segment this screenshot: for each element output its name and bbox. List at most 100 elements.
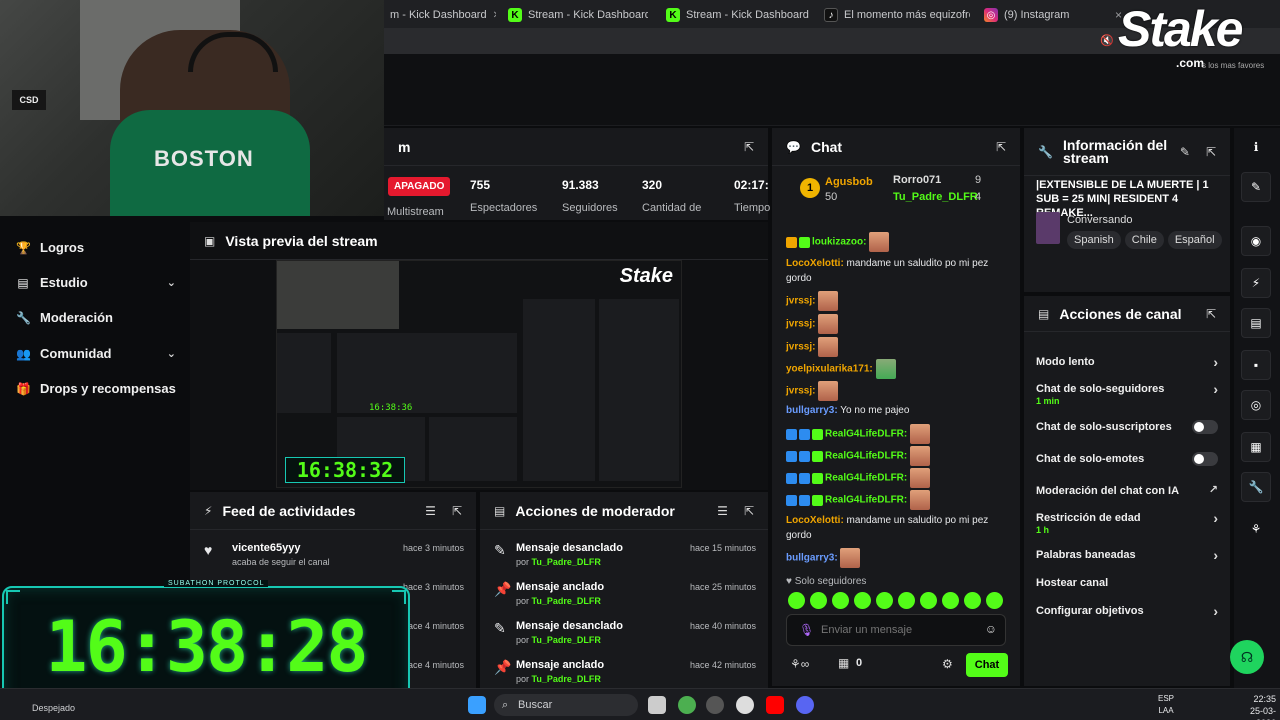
emote-icon[interactable] bbox=[920, 592, 937, 609]
chat-send-button[interactable]: Chat bbox=[966, 653, 1008, 677]
chat-input-box[interactable]: 🎙 ☺ bbox=[786, 614, 1006, 646]
expand-icon[interactable]: ⇱ bbox=[744, 140, 754, 154]
category-thumbnail[interactable] bbox=[1036, 212, 1060, 244]
option-ai-moderation[interactable]: Moderación del chat con IA ↗ bbox=[1036, 484, 1218, 497]
taskbar-search[interactable]: ⌕ Buscar bbox=[494, 694, 638, 716]
emotes-only-toggle[interactable] bbox=[1192, 452, 1218, 466]
expand-icon[interactable]: ⇱ bbox=[1206, 145, 1216, 159]
settings-icon[interactable]: ⚙ bbox=[942, 657, 953, 671]
youtube-icon[interactable] bbox=[766, 696, 784, 714]
chat-username[interactable]: jvrssj: bbox=[786, 342, 815, 353]
chat-username[interactable]: LocoXelotti: bbox=[786, 258, 844, 269]
media-player-icon[interactable] bbox=[736, 696, 754, 714]
top-gifter-name[interactable]: Tu_Padre_DLFR bbox=[893, 191, 978, 203]
language-indicator[interactable]: ESP LAA bbox=[1158, 693, 1174, 717]
sidebar-item-comunidad[interactable]: 👥 Comunidad ⌄ bbox=[16, 346, 176, 361]
top-gifter-name[interactable]: Rorro071 bbox=[893, 174, 941, 186]
chat-username[interactable]: RealG4LifeDLFR: bbox=[825, 473, 907, 484]
sidebar-item-drops[interactable]: 🎁 Drops y recompensas bbox=[16, 381, 176, 396]
option-subscribers-only[interactable]: Chat de solo-suscriptores bbox=[1036, 420, 1218, 434]
taskbar-clock[interactable]: 22:35 25-03-2026 bbox=[1240, 693, 1276, 720]
option-emotes-only[interactable]: Chat de solo-emotes bbox=[1036, 452, 1218, 466]
emote-icon[interactable] bbox=[788, 592, 805, 609]
chat-username[interactable]: LocoXelotti: bbox=[786, 515, 844, 526]
option-goals[interactable]: Configurar objetivos › bbox=[1036, 603, 1218, 619]
store-icon[interactable]: ▦ bbox=[838, 656, 849, 670]
mod-user[interactable]: Tu_Padre_DLFR bbox=[532, 635, 601, 645]
browser-tab[interactable]: ◎ (9) Instagram × bbox=[978, 4, 1128, 26]
mod-user[interactable]: Tu_Padre_DLFR bbox=[532, 596, 601, 606]
top-gifter-name[interactable]: Agusbob bbox=[825, 176, 873, 188]
community-icon[interactable]: ⚘ bbox=[1241, 514, 1271, 544]
emote-icon[interactable] bbox=[986, 592, 1003, 609]
task-view-icon[interactable] bbox=[648, 696, 666, 714]
option-age-restriction[interactable]: Restricción de edad 1 h › bbox=[1036, 510, 1218, 535]
emote-icon[interactable] bbox=[942, 592, 959, 609]
chat-username[interactable]: jvrssj: bbox=[786, 296, 815, 307]
expand-icon[interactable]: ⇱ bbox=[996, 140, 1006, 154]
edit-icon[interactable]: ✎ bbox=[1241, 172, 1271, 202]
option-host-channel[interactable]: Hostear canal bbox=[1036, 577, 1218, 589]
document-icon[interactable]: ▤ bbox=[1241, 308, 1271, 338]
subscribers-only-toggle[interactable] bbox=[1192, 420, 1218, 434]
chevron-right-icon: › bbox=[1213, 603, 1218, 619]
sidebar-item-estudio[interactable]: ▤ Estudio ⌄ bbox=[16, 275, 176, 290]
language-code: ESP bbox=[1158, 694, 1175, 703]
chat-username[interactable]: jvrssj: bbox=[786, 386, 815, 397]
browser-tab[interactable]: K Stream - Kick Dashboard × bbox=[502, 4, 648, 26]
chat-username[interactable]: RealG4LifeDLFR: bbox=[825, 495, 907, 506]
mod-user[interactable]: Tu_Padre_DLFR bbox=[532, 557, 601, 567]
support-icon[interactable]: ☊ bbox=[1230, 640, 1264, 674]
browser-tab[interactable]: ♪ El momento más equizofrenic × bbox=[818, 4, 970, 26]
wrench-icon[interactable]: 🔧 bbox=[1241, 472, 1271, 502]
filter-icon[interactable]: ☰ bbox=[717, 504, 728, 518]
muted-speaker-icon[interactable]: 🔇 bbox=[1100, 34, 1114, 47]
chat-bubble-icon[interactable]: ▪ bbox=[1241, 350, 1271, 380]
emoji-icon[interactable]: ☺ bbox=[985, 622, 997, 636]
emote-icon[interactable] bbox=[898, 592, 915, 609]
chat-username[interactable]: RealG4LifeDLFR: bbox=[825, 429, 907, 440]
discord-icon[interactable] bbox=[796, 696, 814, 714]
chat-username[interactable]: bullgarry3: bbox=[786, 553, 838, 564]
info-icon[interactable]: ℹ bbox=[1241, 132, 1271, 162]
chat-username[interactable]: jvrssj: bbox=[786, 319, 815, 330]
emote-icon[interactable] bbox=[810, 592, 827, 609]
option-banned-words[interactable]: Palabras baneadas › bbox=[1036, 547, 1218, 563]
windows-start-icon[interactable] bbox=[468, 696, 486, 714]
sidebar-item-logros[interactable]: 🏆 Logros bbox=[16, 240, 176, 255]
chat-username[interactable]: yoelpixularika171: bbox=[786, 364, 873, 375]
chat-username[interactable]: bullgarry3: bbox=[786, 405, 838, 416]
chat-username[interactable]: loukizazoo: bbox=[812, 237, 866, 248]
emote-icon[interactable] bbox=[854, 592, 871, 609]
sidebar-item-label: Moderación bbox=[40, 310, 113, 325]
community-icon[interactable]: ⚘∞ bbox=[790, 657, 809, 671]
expand-icon[interactable]: ⇱ bbox=[744, 504, 754, 518]
filter-icon[interactable]: ☰ bbox=[425, 504, 436, 518]
stake-domain: .com bbox=[1176, 56, 1205, 70]
stream-preview-video[interactable]: 16:38:36 Stake 16:38:32 bbox=[276, 260, 682, 488]
weather-label[interactable]: Despejado bbox=[32, 703, 75, 713]
option-slow-mode[interactable]: Modo lento › bbox=[1036, 354, 1218, 370]
expand-icon[interactable]: ⇱ bbox=[452, 504, 462, 518]
broadcast-icon[interactable]: ◎ bbox=[1241, 390, 1271, 420]
emote-icon[interactable] bbox=[876, 592, 893, 609]
option-followers-only[interactable]: Chat de solo-seguidores 1 min › bbox=[1036, 381, 1218, 406]
expand-icon[interactable]: ⇱ bbox=[1206, 307, 1216, 321]
mic-icon[interactable]: 🎙 bbox=[799, 623, 814, 637]
channel-icon[interactable]: ▦ bbox=[1241, 432, 1271, 462]
chrome-icon[interactable] bbox=[678, 696, 696, 714]
mute-icon[interactable]: ✕ bbox=[493, 10, 496, 21]
sidebar-item-moderacion[interactable]: 🔧 Moderación bbox=[16, 310, 176, 325]
emote-icon[interactable] bbox=[832, 592, 849, 609]
category-name[interactable]: Conversando bbox=[1067, 214, 1132, 226]
emote-icon[interactable] bbox=[964, 592, 981, 609]
chat-message-input[interactable] bbox=[821, 621, 981, 639]
mod-user[interactable]: Tu_Padre_DLFR bbox=[532, 674, 601, 684]
app-icon[interactable] bbox=[706, 696, 724, 714]
browser-tab[interactable]: K Stream - Kick Dashboard × bbox=[660, 4, 810, 26]
bolt-icon[interactable]: ⚡ bbox=[1241, 268, 1271, 298]
chat-username[interactable]: RealG4LifeDLFR: bbox=[825, 451, 907, 462]
edit-icon[interactable]: ✎ bbox=[1180, 145, 1190, 159]
camera-icon[interactable]: ◉ bbox=[1241, 226, 1271, 256]
browser-tab[interactable]: m - Kick Dashboard ✕ bbox=[384, 4, 496, 26]
